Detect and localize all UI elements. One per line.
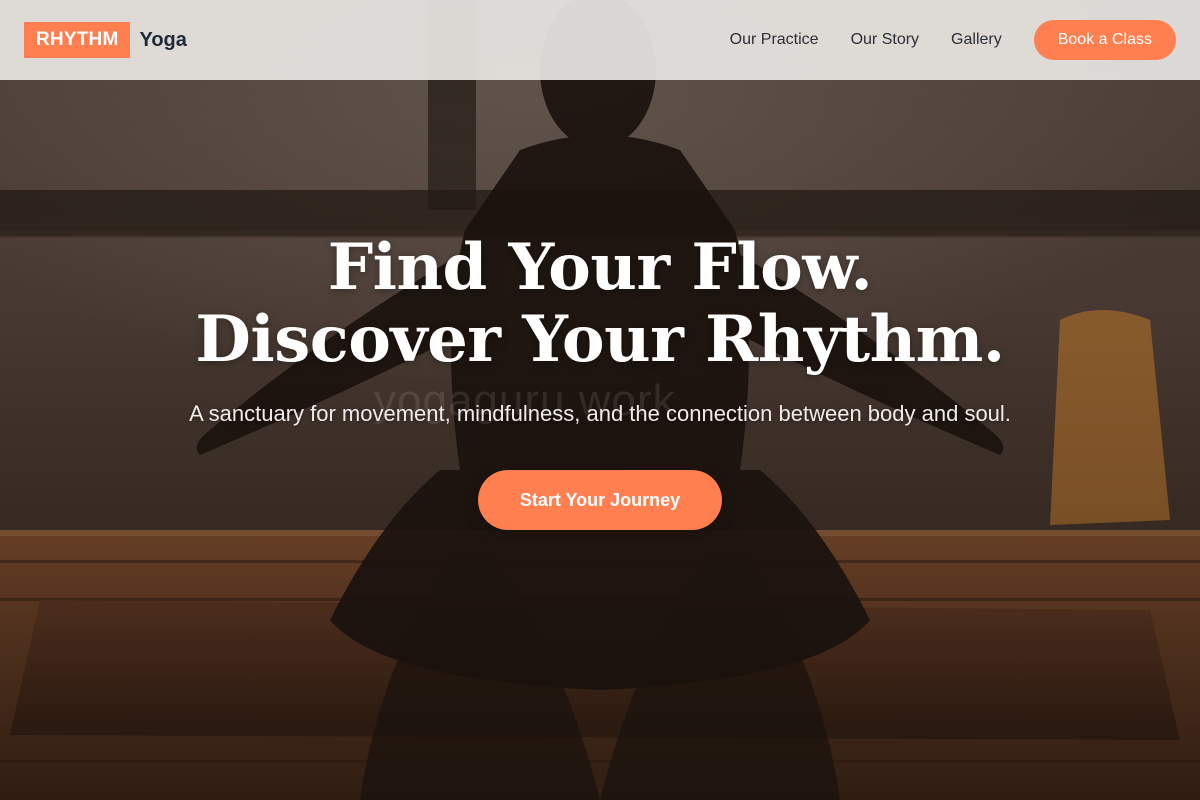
book-class-button[interactable]: Book a Class [1033, 20, 1176, 60]
brand-logo[interactable]: RHYTHM Yoga [24, 22, 187, 58]
brand-word: Yoga [139, 28, 187, 51]
hero-headline: Find Your Flow. Discover Your Rhythm. [0, 232, 1200, 376]
top-navbar: RHYTHM Yoga Our Practice Our Story Galle… [0, 0, 1200, 80]
headline-line-1: Find Your Flow. [327, 230, 873, 305]
headline-line-2: Discover Your Rhythm. [195, 302, 1005, 377]
nav-link-our-story[interactable]: Our Story [851, 31, 919, 49]
nav-link-gallery[interactable]: Gallery [951, 31, 1002, 49]
start-journey-button[interactable]: Start Your Journey [478, 470, 722, 530]
hero-tagline: A sanctuary for movement, mindfulness, a… [189, 401, 1011, 426]
brand-box: RHYTHM [24, 22, 131, 58]
nav-links: Our Practice Our Story Gallery Book a Cl… [730, 20, 1176, 60]
nav-link-our-practice[interactable]: Our Practice [730, 31, 819, 49]
page: RHYTHM Yoga Our Practice Our Story Galle… [0, 0, 1200, 800]
hero-section: Find Your Flow. Discover Your Rhythm. A … [0, 232, 1200, 530]
